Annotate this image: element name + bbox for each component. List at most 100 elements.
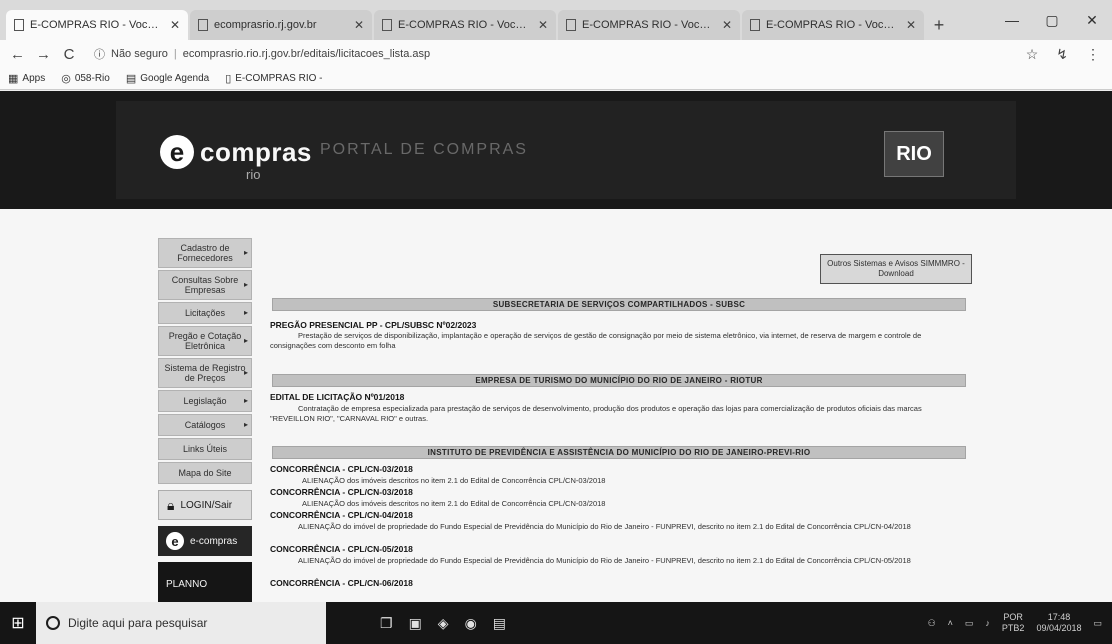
network-icon[interactable]: ▭ xyxy=(965,618,974,629)
new-tab-button[interactable]: + xyxy=(926,10,952,40)
taskbar-apps: ❐ ▣ ◈ ◉ ▤ xyxy=(326,615,506,632)
chevron-right-icon: ▸ xyxy=(243,336,248,345)
ecompras-logo[interactable]: e compras xyxy=(160,135,312,169)
extension-icon[interactable]: ↯ xyxy=(1056,46,1068,63)
sidebar-item-registro-precos[interactable]: Sistema de Registro de Preços ▸ xyxy=(158,358,252,388)
browser-tab[interactable]: ecomprasrio.rj.gov.br ✕ xyxy=(190,10,372,40)
bookmark-label: 058-Rio xyxy=(74,73,110,84)
task-view-icon[interactable]: ❐ xyxy=(380,615,393,632)
tab-label: E-COMPRAS RIO - Você ligad.. xyxy=(30,19,164,31)
language-sub-label: PTB2 xyxy=(1001,623,1025,633)
taskbar-search[interactable]: Digite aqui para pesquisar xyxy=(36,602,326,644)
url-field[interactable]: ⓘ Não seguro | ecomprasrio.rio.rj.gov.br… xyxy=(88,43,988,65)
bookmark-google-agenda[interactable]: ▤ Google Agenda xyxy=(126,72,209,85)
chevron-right-icon: ▸ xyxy=(243,280,248,289)
bookmark-ecompras[interactable]: ▯ E-COMPRAS RIO - xyxy=(225,72,322,85)
sidebar-item-cadastro[interactable]: Cadastro de Fornecedores ▸ xyxy=(158,238,252,268)
procurement-title-link[interactable]: CONCORRÊNCIA - CPL/CN-03/2018 xyxy=(270,487,413,497)
chrome-icon[interactable]: ◉ xyxy=(465,615,477,632)
sidebar-item-mapa-site[interactable]: Mapa do Site xyxy=(158,462,252,484)
notifications-icon[interactable]: ▭ xyxy=(1093,618,1102,629)
maximize-button[interactable]: ▢ xyxy=(1032,12,1072,29)
section-header: EMPRESA DE TURISMO DO MUNICÍPIO DO RIO D… xyxy=(272,374,966,387)
sidebar-item-licitacoes[interactable]: Licitações ▸ xyxy=(158,302,252,324)
close-window-button[interactable]: ✕ xyxy=(1072,12,1112,29)
star-icon[interactable]: ☆ xyxy=(1026,46,1039,63)
ecompras-banner-label: e-compras xyxy=(190,535,238,547)
file-explorer-icon[interactable]: ▣ xyxy=(409,615,422,632)
page-icon xyxy=(566,19,576,31)
info-icon[interactable]: ⓘ xyxy=(94,46,105,62)
logo-subtitle: rio xyxy=(246,167,261,182)
browser-tab[interactable]: E-COMPRAS RIO - Você ligado ✕ xyxy=(374,10,556,40)
browser-tab[interactable]: E-COMPRAS RIO - Você ligado ✕ xyxy=(742,10,924,40)
close-icon[interactable]: ✕ xyxy=(722,18,732,32)
sidebar-item-pregao[interactable]: Pregão e Cotação Eletrônica ▸ xyxy=(158,326,252,356)
sidebar-item-label: Links Úteis xyxy=(182,444,227,454)
ecompras-logo-icon: e xyxy=(166,532,184,550)
procurement-title-link[interactable]: CONCORRÊNCIA - CPL/CN-03/2018 xyxy=(270,464,413,474)
sidebar-item-links-uteis[interactable]: Links Úteis xyxy=(158,438,252,460)
procurement-title-link[interactable]: CONCORRÊNCIA - CPL/CN-04/2018 xyxy=(270,510,413,520)
procurement-description: ALIENAÇÃO dos imóveis descritos no item … xyxy=(302,499,606,508)
login-button[interactable]: 🔒︎ LOGIN/Sair xyxy=(158,490,252,520)
sidebar-item-label: Sistema de Registro de Preços xyxy=(164,363,246,383)
back-button[interactable]: ← xyxy=(10,46,25,63)
word-icon[interactable]: ▤ xyxy=(493,615,506,632)
reload-button[interactable]: C xyxy=(62,46,76,63)
store-icon[interactable]: ◈ xyxy=(438,615,449,632)
browser-tab[interactable]: E-COMPRAS RIO - Você ligado ✕ xyxy=(558,10,740,40)
page-icon xyxy=(14,19,24,31)
clock-time: 17:48 xyxy=(1047,612,1071,622)
window-controls: — ▢ ✕ xyxy=(992,0,1112,40)
procurement-title-link[interactable]: CONCORRÊNCIA - CPL/CN-06/2018 xyxy=(270,578,413,588)
address-bar-actions: ☆ ↯ ⋮ xyxy=(1026,46,1112,63)
section-header: INSTITUTO DE PREVIDÊNCIA E ASSISTÊNCIA D… xyxy=(272,446,966,459)
language-label: POR xyxy=(1003,612,1023,622)
sidebar-item-label: Legislação xyxy=(183,396,227,406)
close-icon[interactable]: ✕ xyxy=(354,18,364,32)
tab-label: E-COMPRAS RIO - Você ligado xyxy=(582,19,716,31)
windows-logo-icon: ⊞ xyxy=(11,615,25,632)
windows-start-button[interactable]: ⊞ xyxy=(0,613,36,633)
menu-icon[interactable]: ⋮ xyxy=(1086,46,1100,63)
procurement-description: ALIENAÇÃO dos imóveis descritos no item … xyxy=(302,476,606,485)
close-icon[interactable]: ✕ xyxy=(538,18,548,32)
chevron-right-icon: ▸ xyxy=(243,396,248,405)
sidebar-item-consultas[interactable]: Consultas Sobre Empresas ▸ xyxy=(158,270,252,300)
procurement-title-link[interactable]: PREGÃO PRESENCIAL PP - CPL/SUBSC Nº02/20… xyxy=(270,320,476,330)
procurement-title-link[interactable]: EDITAL DE LICITAÇÃO Nº01/2018 xyxy=(270,392,404,402)
sidebar-item-label: Catálogos xyxy=(184,420,226,430)
volume-icon[interactable]: ♪ xyxy=(985,618,990,628)
windows-taskbar: ⊞ Digite aqui para pesquisar ❐ ▣ ◈ ◉ ▤ ⚇… xyxy=(0,602,1112,644)
bookmark-apps[interactable]: ▦ Apps xyxy=(8,72,45,85)
language-indicator[interactable]: POR PTB2 xyxy=(1002,612,1025,634)
outros-sistemas-button[interactable]: Outros Sistemas e Avisos SIMMMRO - Downl… xyxy=(820,254,972,284)
sidebar-item-catalogos[interactable]: Catálogos ▸ xyxy=(158,414,252,436)
logo-letter: e xyxy=(160,135,194,169)
chevron-right-icon: ▸ xyxy=(243,368,248,377)
chevron-right-icon: ▸ xyxy=(243,420,248,429)
tray-chevron-icon[interactable]: ˄ xyxy=(948,618,953,628)
page-icon: ▯ xyxy=(225,73,232,85)
forward-button[interactable]: → xyxy=(36,46,51,63)
close-icon[interactable]: ✕ xyxy=(906,18,916,32)
procurement-description: ALIENAÇÃO do imóvel de propriedade do Fu… xyxy=(298,556,911,565)
system-tray: ⚇ ˄ ▭ ♪ POR PTB2 17:48 09/04/2018 ▭ xyxy=(928,612,1112,634)
globe-icon: ◎ xyxy=(61,73,71,85)
procurement-title-link[interactable]: CONCORRÊNCIA - CPL/CN-05/2018 xyxy=(270,544,413,554)
procurement-description: ALIENAÇÃO do imóvel de propriedade do Fu… xyxy=(298,522,911,531)
bookmark-058-rio[interactable]: ◎ 058-Rio xyxy=(61,72,110,85)
planno-banner[interactable]: PLANNO xyxy=(158,562,252,606)
url-text: ecomprasrio.rio.rj.gov.br/editais/licita… xyxy=(182,48,431,60)
minimize-button[interactable]: — xyxy=(992,12,1032,28)
ecompras-banner[interactable]: e e-compras xyxy=(158,526,252,556)
address-bar: ← → C ⓘ Não seguro | ecomprasrio.rio.rj.… xyxy=(0,40,1112,68)
prefeitura-rio-logo[interactable]: RIO xyxy=(884,131,944,177)
bookmark-label: Apps xyxy=(22,73,46,84)
sidebar-item-legislacao[interactable]: Legislação ▸ xyxy=(158,390,252,412)
taskbar-clock[interactable]: 17:48 09/04/2018 xyxy=(1036,612,1081,634)
browser-tab[interactable]: E-COMPRAS RIO - Você ligad.. ✕ xyxy=(6,10,188,40)
people-icon[interactable]: ⚇ xyxy=(928,618,936,629)
close-icon[interactable]: ✕ xyxy=(170,18,180,32)
